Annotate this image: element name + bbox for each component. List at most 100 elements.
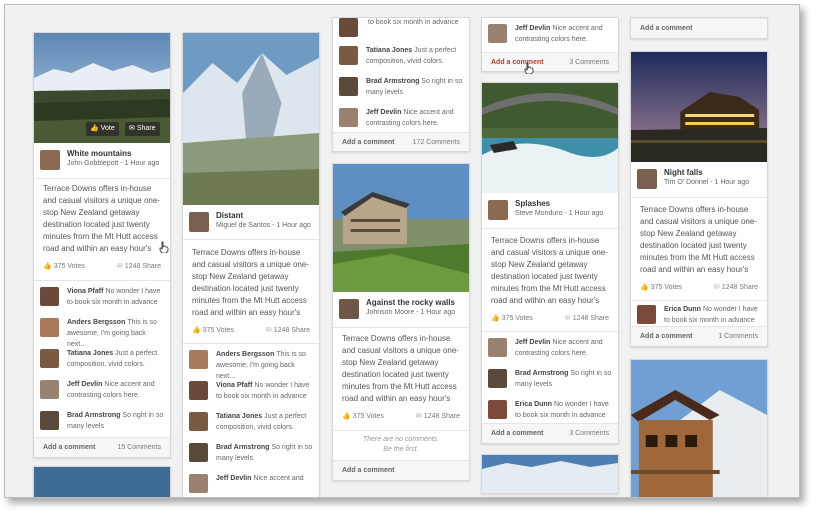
- hand-cursor-icon: [524, 62, 534, 74]
- post-photo[interactable]: [34, 467, 170, 497]
- post-photo[interactable]: [333, 164, 469, 292]
- comment-item: Jeff Devlin Nice accent and contrasting c…: [482, 334, 618, 365]
- post-card-splashes[interactable]: Splashes Steve Monduro - 1 Hour ago Terr…: [481, 82, 619, 444]
- post-title[interactable]: Night falls: [664, 168, 703, 177]
- add-comment-link[interactable]: Add a comment: [342, 467, 395, 474]
- comment-item: Brad Armstrong So right in so many levels: [183, 439, 319, 470]
- post-photo[interactable]: 👍 Vote ✉ Share: [34, 33, 170, 143]
- avatar[interactable]: [40, 349, 59, 368]
- avatar[interactable]: [488, 400, 507, 419]
- post-card-comments[interactable]: Jeff Devlin Nice accent and contrasting c…: [481, 17, 619, 72]
- comment-count[interactable]: 1 Comments: [718, 333, 758, 340]
- shares-count[interactable]: ✉ 1248 Share: [266, 326, 310, 334]
- comment-count[interactable]: 3 Comments: [569, 430, 609, 437]
- comment-item: Jeff Devlin Nice accent and: [183, 470, 319, 497]
- comment-count[interactable]: 172 Comments: [413, 139, 460, 146]
- thumb-icon: 👍: [192, 327, 201, 334]
- post-title[interactable]: Against the rocky walls: [366, 298, 455, 307]
- post-card-partial[interactable]: [630, 359, 768, 497]
- avatar[interactable]: [40, 318, 59, 337]
- shares-count[interactable]: ✉ 1248 Share: [117, 262, 161, 270]
- card-footer: Add a comment 15 Comments: [34, 437, 170, 457]
- votes-count[interactable]: 👍 375 Votes: [43, 262, 85, 270]
- avatar[interactable]: [488, 369, 507, 388]
- votes-count[interactable]: 👍 375 Votes: [640, 283, 682, 291]
- post-title[interactable]: White mountains: [67, 149, 131, 158]
- thumb-icon: 👍: [491, 315, 500, 322]
- avatar[interactable]: [189, 350, 208, 369]
- divider: [183, 343, 319, 344]
- avatar[interactable]: [189, 443, 208, 462]
- post-title[interactable]: Distant: [216, 211, 243, 220]
- add-comment-link[interactable]: Add a comment: [640, 25, 693, 32]
- thumb-icon: 👍: [342, 413, 351, 420]
- card-footer: Add a comment: [631, 18, 767, 38]
- post-description: Terrace Downs offers in-house and casual…: [491, 236, 608, 305]
- comment-item: Jeff Devlin Nice accent and contrasting c…: [34, 376, 170, 407]
- avatar[interactable]: [339, 46, 358, 65]
- add-comment-link[interactable]: Add a comment: [640, 333, 693, 340]
- post-photo[interactable]: [482, 455, 618, 493]
- avatar[interactable]: [40, 287, 59, 306]
- post-card-against-the-rocky-walls[interactable]: Against the rocky walls Johnson Moore - …: [332, 163, 470, 481]
- avatar[interactable]: [637, 305, 656, 324]
- shares-count[interactable]: ✉ 1248 Share: [714, 283, 758, 291]
- post-card-comments[interactable]: Add a comment: [630, 17, 768, 39]
- avatar[interactable]: [189, 412, 208, 431]
- post-description: Terrace Downs offers in-house and casual…: [192, 248, 309, 317]
- divider: [482, 228, 618, 229]
- votes-count[interactable]: 👍 375 Votes: [192, 326, 234, 334]
- post-photo[interactable]: [482, 83, 618, 193]
- avatar[interactable]: [189, 381, 208, 400]
- megaphone-icon: ✉: [713, 284, 720, 291]
- comment-item: Tatiana Jones Just a perfect composition,…: [34, 345, 170, 376]
- post-card-partial[interactable]: [481, 454, 619, 494]
- post-photo[interactable]: [631, 52, 767, 162]
- add-comment-link[interactable]: Add a comment: [342, 139, 395, 146]
- card-footer: Add a comment 172 Comments: [333, 132, 469, 151]
- post-card-distant[interactable]: Distant Miguel de Santos - 1 Hour ago Te…: [182, 32, 320, 497]
- post-card-white-mountains[interactable]: 👍 Vote ✉ Share White mountains John Gobble…: [33, 32, 171, 458]
- shares-count[interactable]: ✉ 1248 Share: [565, 314, 609, 322]
- avatar[interactable]: [189, 212, 209, 232]
- avatar[interactable]: [488, 200, 508, 220]
- post-description: Terrace Downs offers in-house and casual…: [43, 184, 160, 253]
- avatar[interactable]: [40, 411, 59, 430]
- post-card-comments[interactable]: to book six month in advance Tatiana Jon…: [332, 17, 470, 152]
- card-footer: Add a comment 3 Comments: [482, 52, 618, 71]
- votes-count[interactable]: 👍 375 Votes: [491, 314, 533, 322]
- post-meta: Tim O' Donnel - 1 Hour ago: [664, 179, 750, 186]
- post-meta: Miguel de Santos - 1 Hour ago: [216, 222, 311, 229]
- comment-item: Jeff Devlin Nice accent and contrasting c…: [333, 104, 469, 135]
- avatar[interactable]: [40, 380, 59, 399]
- votes-count[interactable]: 👍 375 Votes: [342, 412, 384, 420]
- comment-item: Tatiana Jones Just a perfect composition,…: [183, 408, 319, 439]
- post-card-partial[interactable]: [33, 466, 171, 497]
- avatar[interactable]: [637, 169, 657, 189]
- post-photo[interactable]: [631, 360, 767, 497]
- megaphone-icon: ✉: [116, 263, 123, 270]
- avatar[interactable]: [339, 299, 359, 319]
- avatar[interactable]: [488, 338, 507, 357]
- vote-button[interactable]: 👍 Vote: [86, 122, 119, 136]
- shares-count[interactable]: ✉ 1248 Share: [416, 412, 460, 420]
- avatar[interactable]: [339, 77, 358, 96]
- divider: [34, 178, 170, 179]
- add-comment-link[interactable]: Add a comment: [491, 430, 544, 437]
- avatar[interactable]: [339, 108, 358, 127]
- avatar[interactable]: [488, 24, 507, 43]
- avatar[interactable]: [339, 18, 358, 37]
- avatar[interactable]: [189, 474, 208, 493]
- add-comment-link[interactable]: Add a comment: [43, 444, 96, 451]
- divider: [333, 430, 469, 431]
- post-description: Terrace Downs offers in-house and casual…: [640, 205, 757, 274]
- avatar[interactable]: [40, 150, 60, 170]
- comment-count[interactable]: 3 Comments: [569, 59, 609, 66]
- add-comment-link[interactable]: Add a comment: [491, 59, 544, 66]
- post-card-night-falls[interactable]: Night falls Tim O' Donnel - 1 Hour ago T…: [630, 51, 768, 347]
- post-photo[interactable]: [183, 33, 319, 205]
- share-button[interactable]: ✉ Share: [125, 122, 160, 136]
- post-title[interactable]: Splashes: [515, 199, 550, 208]
- post-stats: 👍 375 Votes ✉ 1248 Share: [491, 314, 609, 326]
- comment-count[interactable]: 15 Comments: [117, 444, 161, 451]
